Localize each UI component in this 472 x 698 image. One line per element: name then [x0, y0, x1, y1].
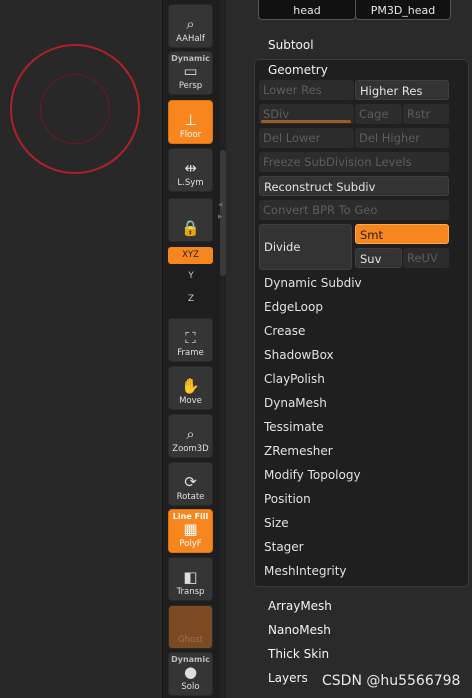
zoom3d-label: Zoom3D	[172, 444, 209, 454]
polyf-top-label: Line Fill	[172, 512, 209, 521]
section-stager[interactable]: Stager	[264, 540, 304, 554]
subtool-head-button[interactable]: head	[258, 0, 356, 20]
section-edgeloop[interactable]: EdgeLoop	[264, 300, 323, 314]
freeze-subdivision-levels-button[interactable]: Freeze SubDivision Levels	[259, 152, 449, 172]
watermark: CSDN @hu5566798	[322, 673, 461, 689]
floor-icon: ⊥	[183, 111, 198, 129]
del-higher-button[interactable]: Del Higher	[355, 128, 449, 148]
solo-top-label: Dynamic	[171, 655, 210, 664]
del-lower-button[interactable]: Del Lower	[259, 128, 354, 148]
scroll-left-arrow-icon[interactable]: ◂	[218, 200, 226, 212]
lock-icon: 🔒	[181, 219, 200, 237]
move-label: Move	[179, 396, 202, 406]
section-tessimate[interactable]: Tessimate	[264, 420, 324, 434]
transp-icon: ◧	[183, 568, 198, 586]
section-dynamic-subdiv[interactable]: Dynamic Subdiv	[264, 276, 362, 290]
rotate-button[interactable]: ⟳ Rotate	[168, 462, 213, 506]
aahalf-icon: ⌕	[186, 15, 195, 33]
floor-button[interactable]: ⊥ Floor	[168, 100, 213, 144]
section-dynamesh[interactable]: DynaMesh	[264, 396, 327, 410]
frame-label: Frame	[177, 348, 204, 358]
section-size[interactable]: Size	[264, 516, 289, 530]
brush-inner-circle	[40, 74, 110, 144]
section-thick-skin[interactable]: Thick Skin	[268, 647, 329, 661]
y-axis-button[interactable]: Y	[183, 271, 199, 285]
transp-button[interactable]: ◧ Transp	[168, 557, 213, 601]
persp-top-label: Dynamic	[171, 54, 210, 63]
ghost-label: Ghost	[178, 635, 203, 645]
section-position[interactable]: Position	[264, 492, 311, 506]
higher-res-button[interactable]: Higher Res	[355, 80, 449, 100]
suv-toggle[interactable]: Suv	[355, 248, 402, 268]
cage-button[interactable]: Cage	[355, 104, 402, 124]
sdiv-slider-track	[261, 120, 351, 123]
ghost-button[interactable]: Ghost	[168, 605, 213, 649]
persp-button[interactable]: Dynamic ▭ Persp	[168, 51, 213, 95]
move-button[interactable]: ✋ Move	[168, 366, 213, 410]
floor-label: Floor	[179, 130, 202, 140]
lsym-label: L.Sym	[177, 178, 204, 188]
section-layers[interactable]: Layers	[268, 671, 308, 685]
transp-label: Transp	[176, 587, 205, 597]
tool-panel: head PM3D_head Subtool Geometry Lower Re…	[226, 0, 472, 698]
solo-icon: ●	[183, 663, 198, 681]
lsym-button[interactable]: ⇹ L.Sym	[168, 148, 213, 192]
reconstruct-subdiv-button[interactable]: Reconstruct Subdiv	[259, 176, 449, 196]
section-crease[interactable]: Crease	[264, 324, 305, 338]
reuv-button[interactable]: ReUV	[403, 248, 449, 268]
hand-icon: ✋	[181, 377, 200, 395]
smt-toggle[interactable]: Smt	[355, 224, 449, 244]
frame-button[interactable]: ⛶ Frame	[168, 318, 213, 362]
lock-button[interactable]: 🔒	[168, 198, 213, 242]
section-modify-topology[interactable]: Modify Topology	[264, 468, 361, 482]
viewport-canvas[interactable]	[0, 0, 162, 698]
rotate-label: Rotate	[176, 492, 205, 502]
section-meshintegrity[interactable]: MeshIntegrity	[264, 564, 347, 578]
grid-icon: ▦	[183, 520, 198, 538]
section-zremesher[interactable]: ZRemesher	[264, 444, 333, 458]
z-axis-button[interactable]: Z	[183, 294, 199, 308]
polyf-label: PolyF	[179, 539, 202, 549]
scroll-right-arrow-icon[interactable]: ▸	[218, 212, 226, 224]
zoom3d-button[interactable]: ⌕ Zoom3D	[168, 414, 213, 458]
divide-button[interactable]: Divide	[259, 224, 352, 270]
section-nanomesh[interactable]: NanoMesh	[268, 623, 331, 637]
frame-icon: ⛶	[185, 329, 196, 347]
xyz-button[interactable]: XYZ	[168, 247, 213, 264]
lower-res-button[interactable]: Lower Res	[259, 80, 354, 100]
zoom-icon: ⌕	[186, 425, 195, 443]
solo-button[interactable]: Dynamic ● Solo	[168, 652, 213, 696]
section-arraymesh[interactable]: ArrayMesh	[268, 599, 332, 613]
aahalf-label: AAHalf	[176, 34, 205, 44]
section-shadowbox[interactable]: ShadowBox	[264, 348, 334, 362]
rotate-icon: ⟳	[184, 473, 197, 491]
right-shelf: ⌕ AAHalf Dynamic ▭ Persp ⊥ Floor ⇹ L.Sym…	[162, 0, 220, 698]
geometry-header[interactable]: Geometry	[268, 63, 328, 77]
convert-bpr-button[interactable]: Convert BPR To Geo	[259, 200, 449, 220]
rstr-button[interactable]: Rstr	[403, 104, 449, 124]
polyf-button[interactable]: Line Fill ▦ PolyF	[168, 509, 213, 553]
section-claypolish[interactable]: ClayPolish	[264, 372, 325, 386]
subtool-pm3d-head-button[interactable]: PM3D_head	[355, 0, 451, 20]
persp-icon: ▭	[183, 62, 198, 80]
solo-label: Solo	[181, 682, 200, 692]
aahalf-button[interactable]: ⌕ AAHalf	[168, 4, 213, 48]
subtool-header[interactable]: Subtool	[268, 38, 314, 52]
lsym-icon: ⇹	[184, 159, 197, 177]
persp-label: Persp	[178, 81, 203, 91]
